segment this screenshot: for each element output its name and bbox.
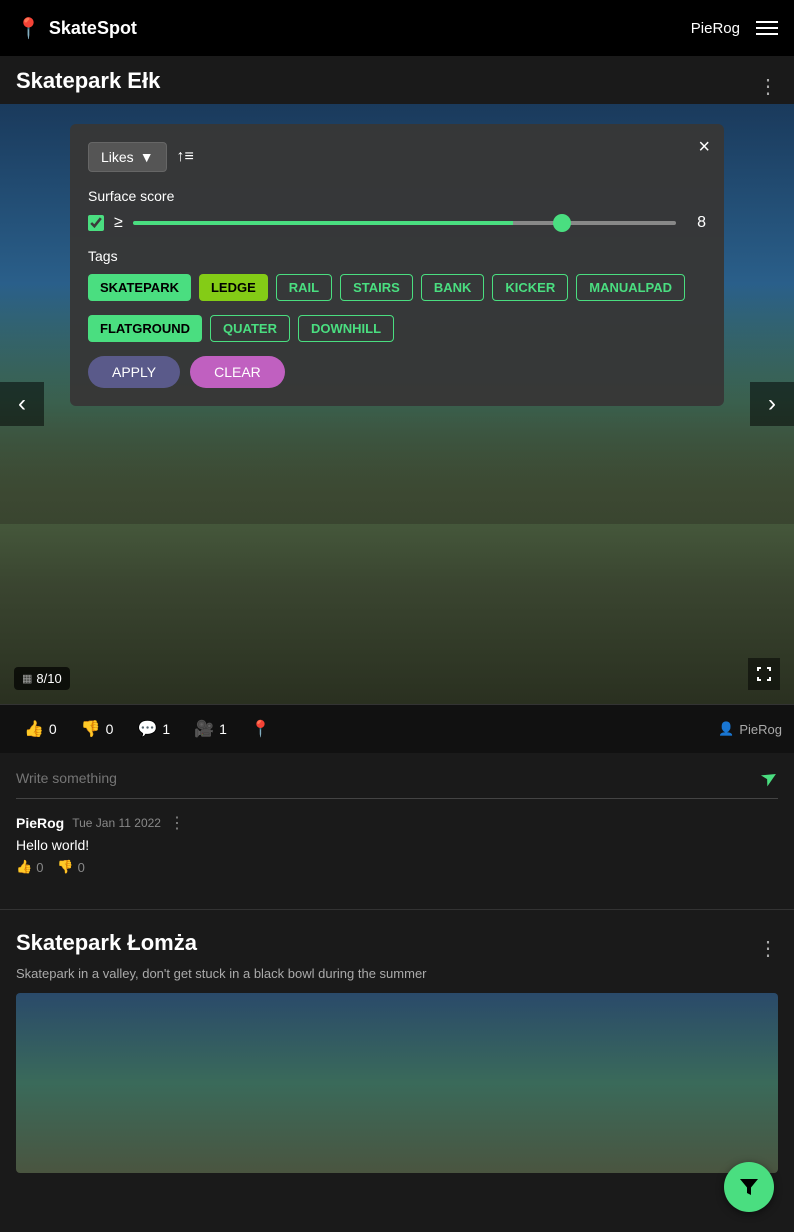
park2-title-row: Skatepark Łomża ⋮: [16, 930, 778, 966]
score-badge: ▦ 8/10: [14, 667, 70, 690]
video-button[interactable]: 🎥 1: [182, 713, 239, 745]
like-button[interactable]: 👍 0: [12, 713, 69, 745]
dislike-icon: 👎: [81, 719, 101, 739]
fullscreen-button[interactable]: [748, 658, 780, 690]
apply-button[interactable]: APPLY: [88, 356, 180, 388]
comment-input[interactable]: [16, 770, 761, 786]
comment-dislike-count: 0: [78, 860, 85, 875]
score-row: ≥ 8: [88, 214, 706, 232]
park2-description: Skatepark in a valley, don't get stuck i…: [16, 966, 778, 981]
comment-header: PieRog Tue Jan 11 2022 ⋮: [16, 813, 778, 833]
comment-button[interactable]: 💬 1: [125, 713, 182, 745]
author-name: PieRog: [739, 722, 782, 737]
tag-quater[interactable]: QUATER: [210, 315, 290, 342]
park2-image: [16, 993, 778, 1173]
tag-rail[interactable]: RAIL: [276, 274, 332, 301]
filter-action-buttons: APPLY CLEAR: [88, 356, 706, 388]
header: 📍 SkateSpot PieRog: [0, 0, 794, 56]
comment-icon: 💬: [137, 719, 157, 739]
fab-filter-icon: [737, 1175, 761, 1199]
pin-icon: 📍: [16, 16, 41, 41]
action-bar: 👍 0 👎 0 💬 1 🎥 1 📍 👤 PieRog: [0, 704, 794, 753]
dislike-count: 0: [106, 721, 114, 737]
comment-like-icon: 👍: [16, 859, 32, 875]
logo-text: SkateSpot: [49, 18, 137, 39]
logo: 📍 SkateSpot: [16, 16, 137, 41]
comment-date: Tue Jan 11 2022: [72, 816, 161, 830]
comment-section: ➤ PieRog Tue Jan 11 2022 ⋮ Hello world! …: [0, 753, 794, 899]
video-count: 1: [219, 721, 227, 737]
tags-row: SKATEPARK LEDGE RAIL STAIRS BANK KICKER …: [88, 274, 706, 301]
fab-filter-button[interactable]: [724, 1162, 774, 1212]
dislike-button[interactable]: 👎 0: [69, 713, 126, 745]
tag-manualpad[interactable]: MANUALPAD: [576, 274, 685, 301]
sort-row: Likes ▼ ↑≡: [88, 142, 706, 172]
park2-more-button[interactable]: ⋮: [758, 936, 778, 961]
comment-like-count: 0: [36, 860, 43, 875]
park2-section: Skatepark Łomża ⋮ Skatepark in a valley,…: [0, 909, 794, 1173]
tag-stairs[interactable]: STAIRS: [340, 274, 413, 301]
video-icon: 🎥: [194, 719, 214, 739]
location-button[interactable]: 📍: [239, 713, 283, 745]
tag-bank[interactable]: BANK: [421, 274, 485, 301]
author-label: 👤 PieRog: [718, 721, 782, 737]
sort-order-icon[interactable]: ↑≡: [177, 148, 194, 166]
carousel-prev-button[interactable]: ‹: [0, 382, 44, 426]
like-icon: 👍: [24, 719, 44, 739]
comment-like-button[interactable]: 👍 0: [16, 859, 43, 875]
filter-close-button[interactable]: ×: [698, 136, 710, 159]
surface-score-section: Surface score ≥ 8: [88, 188, 706, 232]
tag-skatepark[interactable]: SKATEPARK: [88, 274, 191, 301]
author-icon: 👤: [718, 721, 734, 737]
sort-label: Likes: [101, 149, 134, 165]
surface-score-label: Surface score: [88, 188, 706, 204]
comment-actions: 👍 0 👎 0: [16, 859, 778, 875]
comment-dislike-button[interactable]: 👎 0: [57, 859, 84, 875]
tag-kicker[interactable]: KICKER: [492, 274, 568, 301]
clear-button[interactable]: CLEAR: [190, 356, 285, 388]
surface-score-slider[interactable]: [133, 221, 676, 225]
comment-count: 1: [162, 721, 170, 737]
like-count: 0: [49, 721, 57, 737]
comment-input-row: ➤: [16, 765, 778, 799]
tag-downhill[interactable]: DOWNHILL: [298, 315, 394, 342]
park1-image-container: ‹ › × Likes ▼ ↑≡ Surface score ≥ 8 Tags: [0, 104, 794, 704]
location-icon: 📍: [251, 719, 271, 739]
comment-more-button[interactable]: ⋮: [169, 813, 185, 833]
park2-title: Skatepark Łomża: [16, 930, 197, 956]
tag-flatground[interactable]: FLATGROUND: [88, 315, 202, 342]
lines-pattern-icon: ▦: [22, 672, 32, 685]
tags-row-2: FLATGROUND QUATER DOWNHILL: [88, 315, 706, 342]
filter-overlay: × Likes ▼ ↑≡ Surface score ≥ 8 Tags SKAT…: [70, 124, 724, 406]
comment-text: Hello world!: [16, 837, 778, 853]
header-username: PieRog: [691, 20, 740, 37]
park1-title: Skatepark Ełk: [16, 68, 160, 94]
park1-section: Skatepark Ełk ⋮: [0, 56, 794, 104]
tag-ledge[interactable]: LEDGE: [199, 274, 268, 301]
score-badge-value: 8/10: [36, 671, 61, 686]
comment-item: PieRog Tue Jan 11 2022 ⋮ Hello world! 👍 …: [16, 813, 778, 875]
menu-button[interactable]: [756, 21, 778, 35]
fullscreen-icon: [756, 666, 772, 682]
tags-label: Tags: [88, 248, 706, 264]
park1-more-button[interactable]: ⋮: [758, 74, 778, 99]
tags-section: Tags SKATEPARK LEDGE RAIL STAIRS BANK KI…: [88, 248, 706, 342]
comment-author: PieRog: [16, 815, 64, 831]
send-button[interactable]: ➤: [756, 762, 783, 792]
park1-title-row: Skatepark Ełk ⋮: [16, 68, 778, 104]
carousel-next-button[interactable]: ›: [750, 382, 794, 426]
comment-dislike-icon: 👎: [57, 859, 73, 875]
sort-dropdown[interactable]: Likes ▼: [88, 142, 167, 172]
dropdown-arrow-icon: ▼: [140, 149, 154, 165]
header-right: PieRog: [691, 20, 778, 37]
score-value: 8: [686, 214, 706, 232]
gte-symbol: ≥: [114, 214, 123, 232]
surface-score-checkbox[interactable]: [88, 215, 104, 231]
